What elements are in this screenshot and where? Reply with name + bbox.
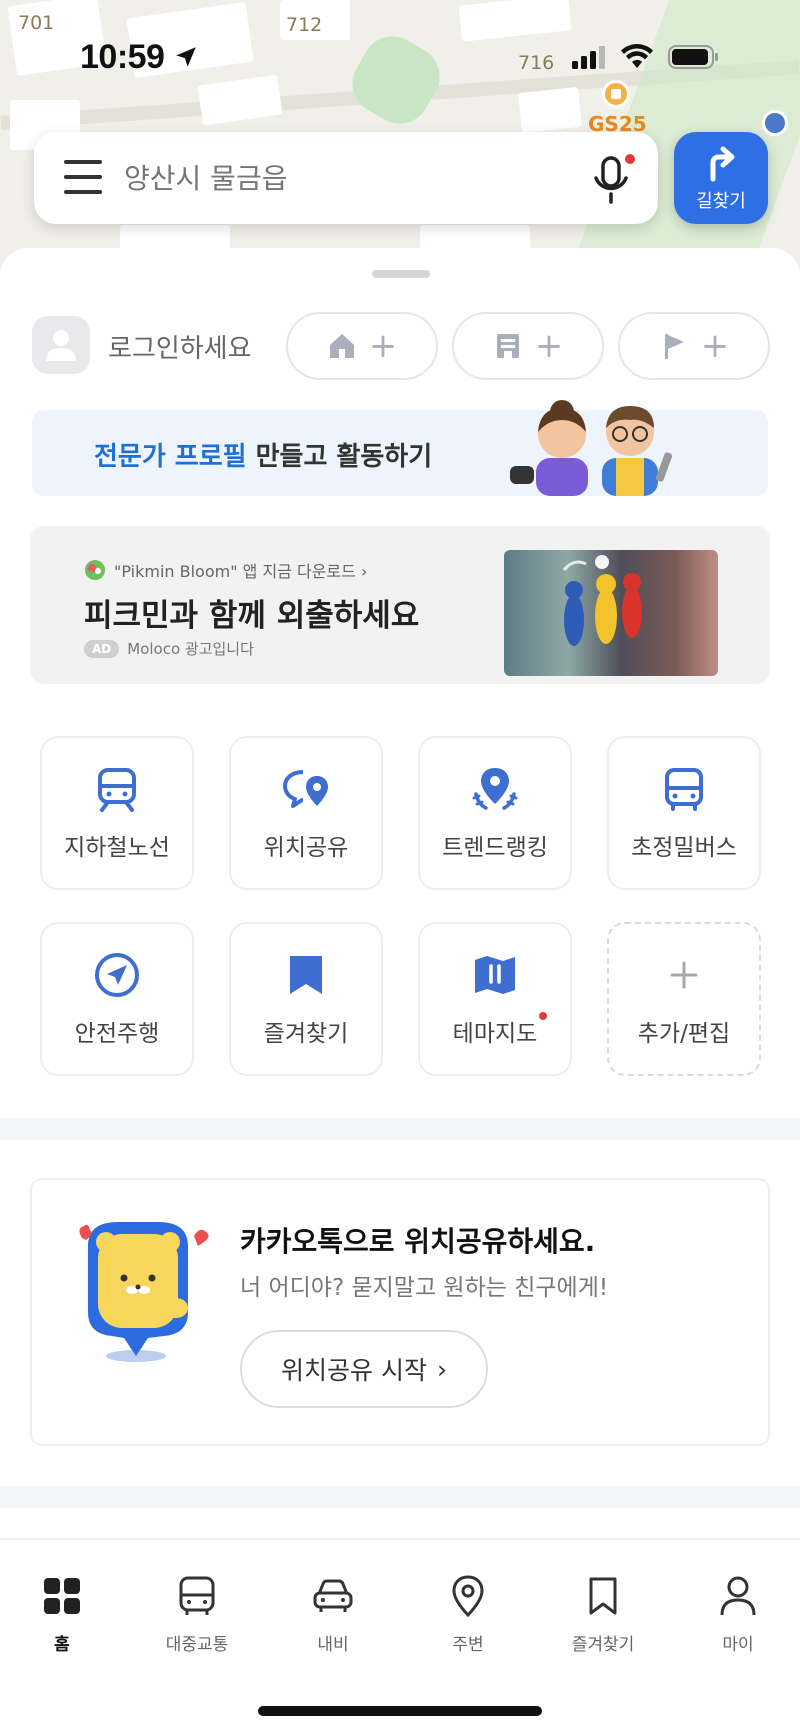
shortcut-subway[interactable]: 지하철노선: [40, 736, 194, 890]
add-icon: +: [700, 326, 730, 366]
location-share-card: 카카오톡으로 위치공유하세요. 너 어디야? 묻지말고 원하는 친구에게! 위치…: [30, 1178, 770, 1446]
avatar[interactable]: [32, 316, 90, 374]
location-share-icon: [283, 770, 328, 808]
shortcut-location-share[interactable]: 위치공유: [229, 736, 383, 890]
home-shortcut-button[interactable]: +: [286, 312, 438, 380]
login-prompt[interactable]: 로그인하세요: [108, 328, 252, 365]
share-card-subtitle: 너 어디야? 묻지말고 원하는 친구에게!: [240, 1275, 609, 1301]
ad-subtitle: "Pikmin Bloom" 앱 지금 다운로드 ›: [84, 558, 367, 582]
bookmark-icon: [589, 1577, 617, 1615]
new-badge-dot: [539, 1012, 548, 1020]
search-bar[interactable]: [34, 132, 658, 224]
shortcut-label: 초정밀버스: [631, 835, 737, 861]
tab-home[interactable]: 홈: [2, 1574, 122, 1655]
pin-icon: [452, 1575, 484, 1618]
shortcut-trend-ranking[interactable]: 트렌드랭킹: [418, 736, 572, 890]
map-label: 712: [286, 14, 323, 36]
home-indicator[interactable]: [258, 1706, 542, 1716]
tab-label: 주변: [452, 1635, 484, 1655]
shortcut-label: 트렌드랭킹: [442, 835, 548, 861]
ad-badge: AD: [84, 639, 120, 658]
shortcut-label: 지하철노선: [64, 835, 170, 861]
bus-icon: [665, 768, 703, 811]
flag-icon: [664, 334, 684, 359]
bookmark-icon: [290, 956, 322, 994]
add-icon: +: [534, 326, 564, 366]
battery-icon: [668, 45, 718, 69]
expert-characters-illustration: [510, 400, 673, 496]
home-icon: [329, 334, 354, 358]
pikmin-characters-image: [562, 555, 642, 646]
shortcut-label: 테마지도: [453, 1012, 548, 1048]
shortcut-theme-map[interactable]: 테마지도: [418, 922, 572, 1076]
subway-icon: [98, 768, 136, 812]
login-row: 로그인하세요 + + +: [32, 312, 772, 380]
map-label: 701: [18, 12, 55, 34]
cellular-signal-icon: [572, 46, 605, 69]
tab-label: 즐겨찾기: [571, 1635, 635, 1655]
tab-public-transit[interactable]: 대중교통: [137, 1574, 257, 1655]
route-search-button[interactable]: 길찾기: [674, 132, 768, 224]
shortcut-label: 안전주행: [74, 1021, 160, 1047]
shortcut-bookmarks[interactable]: 즐겨찾기: [229, 922, 383, 1076]
shortcut-label: 즐겨찾기: [263, 1021, 349, 1047]
work-shortcut-button[interactable]: +: [452, 312, 604, 380]
car-icon: [313, 1579, 353, 1612]
sheet-drag-handle[interactable]: [372, 270, 430, 278]
tab-my[interactable]: 마이: [678, 1574, 798, 1655]
chevron-right-icon: ›: [436, 1354, 447, 1384]
bus-icon: [179, 1576, 215, 1615]
shortcut-precision-bus[interactable]: 초정밀버스: [607, 736, 761, 890]
convenience-store-pin-icon[interactable]: [602, 80, 630, 108]
person-icon: [720, 1576, 756, 1616]
wifi-icon: [621, 44, 653, 68]
turn-arrow-icon: [710, 146, 735, 182]
tab-label: 마이: [722, 1635, 754, 1655]
share-card-title: 카카오톡으로 위치공유하세요.: [240, 1225, 596, 1258]
route-search-label: 길찾기: [696, 191, 746, 212]
ad-banner[interactable]: "Pikmin Bloom" 앱 지금 다운로드 › 피크민과 함께 외출하세요…: [30, 526, 770, 684]
bottom-tab-bar: 홈 대중교통 내비 주변 즐겨찾기 마이: [0, 1538, 800, 1734]
flag-shortcut-button[interactable]: +: [618, 312, 770, 380]
status-icons: [572, 44, 720, 70]
bottom-sheet: 로그인하세요 + + + 전문가 프로필 만들고 활동하기 "Pikmin Bl…: [0, 248, 800, 1548]
shortcut-add-edit[interactable]: 추가/편집: [607, 922, 761, 1076]
location-arrow-icon: [176, 47, 197, 67]
section-divider: [0, 1118, 800, 1140]
plus-icon: [670, 961, 698, 989]
shortcut-label: 위치공유: [263, 835, 349, 861]
building-icon: [496, 334, 519, 358]
ad-title: 피크민과 함께 외출하세요: [84, 598, 420, 634]
shortcut-safe-drive[interactable]: 안전주행: [40, 922, 194, 1076]
add-icon: +: [368, 326, 398, 366]
map-poi-pin-icon[interactable]: [762, 110, 788, 136]
tab-bookmarks[interactable]: 즐겨찾기: [543, 1574, 663, 1655]
start-location-share-button[interactable]: 위치공유 시작 ›: [240, 1330, 488, 1408]
tab-label: 내비: [317, 1635, 349, 1655]
theme-map-icon: [475, 956, 515, 994]
search-input[interactable]: [124, 154, 544, 202]
ad-advertiser: Moloco 광고입니다: [127, 640, 254, 658]
ad-image[interactable]: [504, 550, 718, 676]
ad-meta: AD Moloco 광고입니다: [84, 638, 254, 659]
expert-banner-text: 전문가 프로필 만들고 활동하기: [94, 442, 433, 472]
tab-navi[interactable]: 내비: [273, 1574, 393, 1655]
tab-label: 대중교통: [165, 1635, 229, 1655]
trend-ranking-icon: [472, 768, 518, 810]
tab-nearby[interactable]: 주변: [408, 1574, 528, 1655]
home-grid-icon: [44, 1578, 80, 1614]
person-icon: [46, 330, 76, 361]
map-label: 716: [518, 52, 555, 74]
tab-label: 홈: [54, 1635, 70, 1655]
pikmin-bloom-app-icon: [85, 560, 105, 580]
section-divider: [0, 1486, 800, 1508]
notification-dot: [625, 154, 635, 164]
safe-drive-icon: [95, 953, 139, 997]
status-time: 10:59: [80, 38, 199, 77]
ryan-mascot-pin-illustration: [79, 1222, 209, 1362]
expert-profile-banner[interactable]: 전문가 프로필 만들고 활동하기: [32, 400, 768, 496]
menu-icon[interactable]: [64, 160, 102, 196]
shortcut-label: 추가/편집: [637, 1021, 731, 1047]
